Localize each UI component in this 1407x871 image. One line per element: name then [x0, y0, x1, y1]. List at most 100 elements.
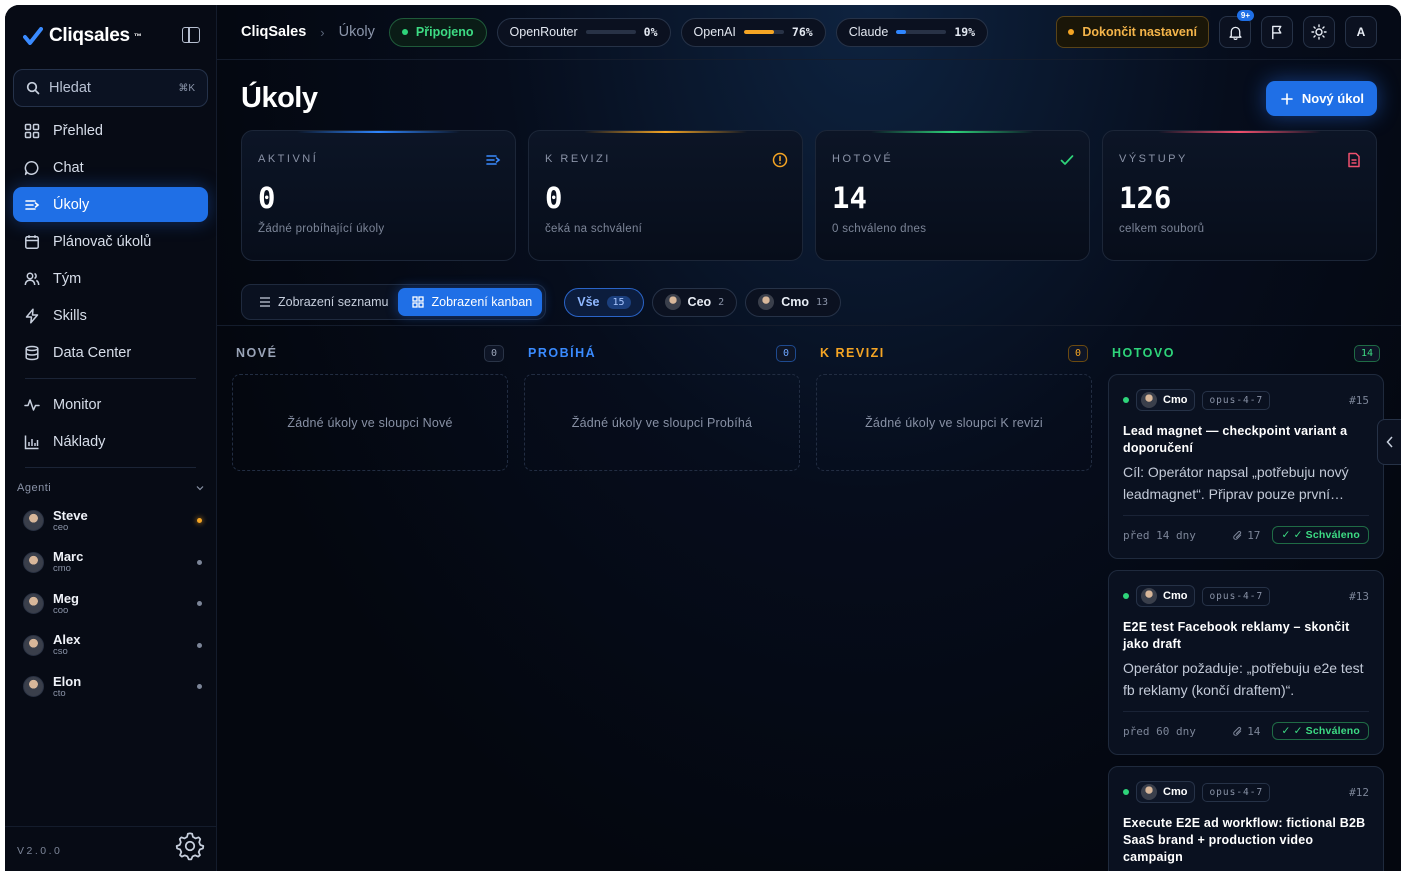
usage-bar-fill [743, 30, 775, 34]
chevron-left-icon [1385, 436, 1393, 448]
sidebar-item-label: Data Center [53, 344, 132, 361]
agent-item-marc[interactable]: Marc cmo [5, 542, 216, 584]
agent-role: coo [53, 604, 69, 616]
column-count: 0 [483, 344, 504, 362]
agent-item-steve[interactable]: Steve ceo [5, 500, 216, 542]
status-dot [197, 559, 202, 565]
column-count: 14 [1353, 344, 1380, 362]
stat-card-outputs: VÝSTUPY 126 celkem souborů [1102, 130, 1377, 261]
filter-chip-cmo[interactable]: Cmo 13 [745, 287, 842, 317]
stat-value: 126 [1119, 181, 1172, 215]
stat-value: 14 [832, 181, 867, 215]
finish-setup-button[interactable]: Dokončit nastavení [1056, 16, 1209, 48]
notifications-button[interactable]: 9+ [1219, 10, 1254, 48]
stat-value: 0 [545, 181, 563, 215]
usage-bar [743, 30, 784, 34]
stat-label: AKTIVNÍ [258, 153, 319, 165]
agent-item-alex[interactable]: Alex cso [5, 625, 216, 667]
column-count: 0 [775, 344, 796, 362]
sidebar-item-skills[interactable]: Skills [13, 298, 208, 333]
column-title: HOTOVO [1112, 346, 1175, 360]
task-age: před 14 dny [1123, 528, 1196, 542]
brand-tm: ™ [133, 31, 142, 41]
agents-header[interactable]: Agenti [5, 476, 216, 500]
sun-icon [1311, 24, 1327, 40]
topbar: CliqSales › Úkoly Připojeno OpenRouter 0… [217, 5, 1401, 60]
stat-subtitle: Žádné probíhající úkoly [258, 223, 385, 235]
filter-chip-ceo[interactable]: Ceo 2 [651, 287, 738, 317]
avatar [1141, 784, 1157, 800]
breadcrumb-current: Úkoly [338, 24, 375, 40]
status-dot [401, 29, 408, 35]
sidebar-item-data-center[interactable]: Data Center [13, 335, 208, 370]
approved-badge: ✓ ✓ Schváleno [1272, 526, 1369, 544]
stat-accent [870, 131, 1035, 133]
approved-badge: ✓ ✓ Schváleno [1272, 722, 1369, 740]
provider-claude[interactable]: Claude 19% [835, 17, 989, 47]
task-id: #15 [1349, 393, 1369, 407]
chart-icon [24, 435, 39, 449]
task-card[interactable]: Cmo opus-4-7 #15 Lead magnet — checkpoin… [1108, 374, 1384, 559]
usage-percent: 76% [791, 25, 813, 39]
provider-openai[interactable]: OpenAI 76% [680, 17, 826, 47]
new-task-button[interactable]: Nový úkol [1265, 81, 1377, 116]
sidebar-item-tym[interactable]: Tým [13, 261, 208, 296]
alert-icon [772, 152, 788, 168]
kanban-view-button[interactable]: Zobrazení kanban [398, 288, 543, 316]
task-card[interactable]: Cmo opus-4-7 #12 Execute E2E ad workflow… [1108, 766, 1384, 871]
usage-percent: 0% [643, 25, 658, 39]
kanban-board: NOVÉ 0 Žádné úkoly ve sloupci Nové PROBÍ… [217, 325, 1401, 871]
attachments: 14 [1232, 725, 1260, 738]
list-icon [260, 297, 270, 307]
agent-name: Steve [53, 507, 88, 523]
approved-label: ✓ Schváleno [1293, 725, 1360, 737]
search-icon [26, 81, 40, 95]
list-view-label: Zobrazení seznamu [278, 295, 389, 309]
version-label: V2.0.0 [17, 845, 63, 857]
agent-tag: Cmo [1136, 781, 1196, 803]
search-input[interactable]: Hledat ⌘K [13, 69, 208, 107]
logo: Cliqsales ™ [23, 25, 142, 47]
provider-openrouter[interactable]: OpenRouter 0% [496, 17, 671, 47]
theme-toggle-button[interactable] [1303, 16, 1335, 48]
avatar [23, 676, 44, 698]
sidebar-item-monitor[interactable]: Monitor [13, 387, 208, 422]
sidebar-collapse-icon[interactable] [182, 27, 200, 43]
sidebar-item-chat[interactable]: Chat [13, 150, 208, 185]
user-avatar-button[interactable]: A [1345, 16, 1377, 48]
list-view-button[interactable]: Zobrazení seznamu [245, 288, 398, 316]
attachment-count: 17 [1247, 528, 1261, 542]
task-card[interactable]: Cmo opus-4-7 #13 E2E test Facebook rekla… [1108, 570, 1384, 755]
gear-icon[interactable] [174, 830, 206, 867]
sidebar-item-label: Přehled [53, 122, 103, 139]
sidebar-nav: Přehled Chat Úkoly Plánovač úkolů Tým Sk… [5, 113, 216, 468]
sidebar-item-naklady[interactable]: Náklady [13, 424, 208, 459]
card-footer: před 60 dny 14 ✓ ✓ Schváleno [1123, 711, 1369, 740]
agent-item-meg[interactable]: Meg coo [5, 583, 216, 625]
plus-icon [1281, 92, 1293, 105]
stat-card-done: HOTOVÉ 14 0 schváleno dnes [815, 130, 1090, 261]
brand-name: Cliqsales [49, 25, 130, 46]
calendar-icon [25, 234, 39, 249]
breadcrumb-root[interactable]: CliqSales [241, 24, 306, 40]
filter-label: Ceo [687, 295, 712, 309]
card-header: Cmo opus-4-7 #12 [1123, 781, 1369, 803]
agent-item-elon[interactable]: Elon cto [5, 666, 216, 708]
agents-title: Agenti [17, 482, 52, 494]
sidebar-item-prehled[interactable]: Přehled [13, 113, 208, 148]
right-panel-toggle[interactable] [1377, 419, 1401, 465]
logo-icon [23, 27, 43, 45]
model-tag: opus-4-7 [1202, 586, 1271, 606]
flag-button[interactable] [1261, 16, 1293, 48]
sidebar-item-ukoly[interactable]: Úkoly [13, 187, 208, 222]
status-dot [1123, 593, 1129, 599]
database-icon [25, 345, 39, 360]
sidebar-item-label: Tým [53, 270, 82, 287]
model-tag: opus-4-7 [1202, 390, 1271, 410]
kanban-column-in-progress: PROBÍHÁ 0 Žádné úkoly ve sloupci Probíhá [524, 340, 800, 871]
bell-icon [1228, 26, 1242, 40]
filter-chip-all[interactable]: Vše 15 [564, 287, 644, 317]
sidebar-item-label: Monitor [53, 396, 102, 413]
task-description: Operátor požaduje: „potřebuju e2e test f… [1123, 660, 1364, 698]
sidebar-item-planovac[interactable]: Plánovač úkolů [13, 224, 208, 259]
